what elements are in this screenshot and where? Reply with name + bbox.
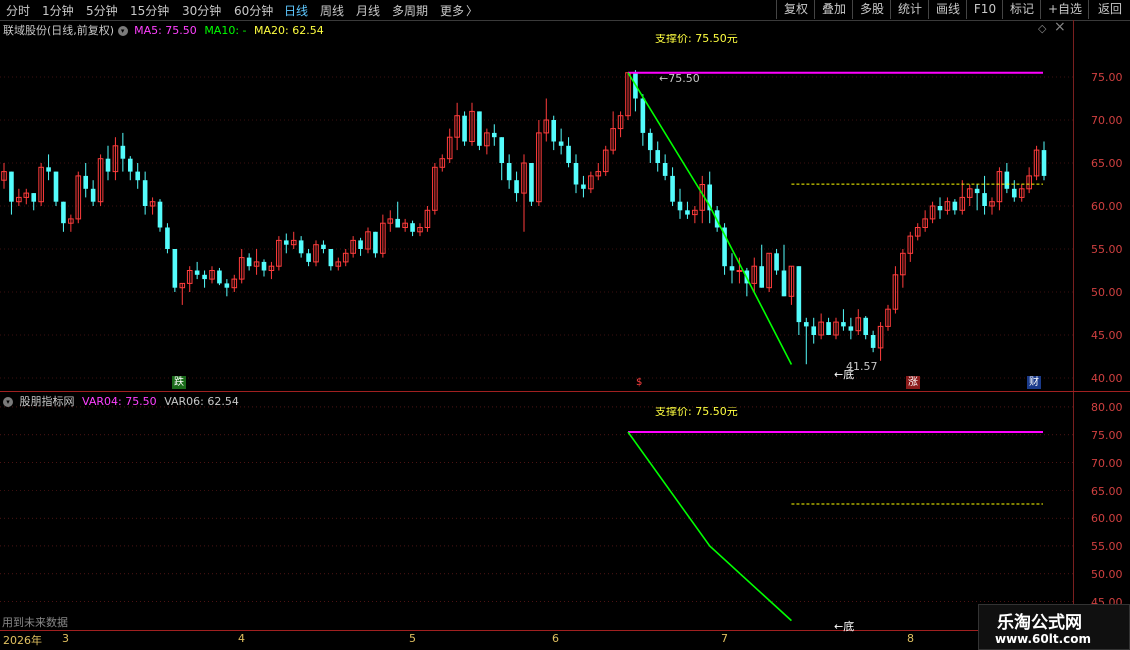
future-data-note: 用到未来数据 — [2, 616, 68, 629]
candle-body-down — [982, 193, 987, 206]
candle-body-down — [321, 244, 326, 249]
candle-body-down — [551, 120, 557, 142]
candle-body-down — [31, 193, 37, 202]
month-label: 4 — [238, 632, 245, 645]
candle-body-down — [395, 218, 401, 228]
candle-body-down — [105, 158, 111, 172]
candle-body-down — [194, 270, 200, 275]
indicator-settings-icon[interactable]: ▾ — [3, 397, 13, 407]
candle-body-down — [781, 270, 787, 297]
month-label: 7 — [721, 632, 728, 645]
support-price-label: 支撑价: 75.50元 — [655, 34, 738, 43]
candle-body-down — [677, 201, 683, 211]
candle-body-down — [491, 132, 497, 138]
var06-value: VAR06: 62.54 — [164, 395, 239, 408]
rise-badge[interactable]: 涨 — [906, 376, 920, 389]
candle-body-down — [202, 274, 207, 280]
candle-body-down — [172, 249, 178, 288]
candle-body-down — [670, 175, 675, 202]
candle-body-down — [647, 132, 653, 151]
candle-body-down — [165, 227, 170, 249]
indicator-title[interactable]: 股朋指标网 — [20, 395, 75, 408]
candle-body-down — [581, 184, 586, 189]
candle-body-down — [261, 261, 267, 271]
watermark-title: 乐淘公式网 — [997, 613, 1082, 633]
candle-body-down — [283, 240, 289, 245]
month-label: 6 — [552, 632, 559, 645]
indicator-bottom-marker: ←底 — [834, 620, 855, 633]
kline-chart[interactable] — [0, 0, 1130, 650]
high-price-marker: ←75.50 — [659, 72, 700, 85]
candle-body-down — [529, 163, 534, 202]
candle-body-down — [306, 253, 311, 262]
candle-body-down — [514, 180, 519, 194]
candle-body-down — [952, 201, 958, 211]
candle-body-down — [655, 150, 661, 163]
month-label: 3 — [62, 632, 69, 645]
candle-body-down — [499, 137, 505, 163]
indicator-info-line: ▾ 股朋指标网 VAR04: 75.50 VAR06: 62.54 — [3, 393, 239, 409]
candle-body-down — [127, 158, 133, 172]
candle-body-down — [1011, 188, 1017, 198]
month-label: 8 — [907, 632, 914, 645]
candle-body-down — [685, 210, 690, 215]
candle-body-down — [298, 240, 304, 254]
candle-body-down — [1041, 150, 1047, 176]
candle-body-down — [90, 188, 96, 202]
candle-body-down — [826, 322, 831, 335]
candle-body-down — [477, 111, 482, 146]
candle-body-down — [729, 266, 735, 271]
candle-body-down — [558, 141, 564, 146]
candle-body-down — [83, 175, 89, 189]
year-label: 2026年 — [3, 634, 42, 647]
candle-body-down — [462, 115, 467, 142]
candle-body-down — [224, 283, 230, 288]
candle-body-down — [217, 270, 222, 284]
candle-body-down — [774, 253, 779, 271]
candle-body-down — [841, 322, 846, 327]
candle-body-up — [736, 270, 743, 272]
high-price-value: 75.50 — [668, 72, 700, 85]
candle-body-down — [358, 240, 363, 249]
candle-body-down — [937, 206, 943, 211]
var04-value: VAR04: 75.50 — [82, 395, 157, 408]
fall-badge[interactable]: 跌 — [172, 376, 186, 389]
candle-body-down — [566, 145, 571, 163]
candle-body-down — [863, 317, 869, 335]
candle-body-down — [662, 163, 668, 176]
candle-body-down — [640, 98, 646, 133]
candle-body-down — [53, 171, 59, 202]
candle-body-down — [61, 201, 66, 224]
candle-body-down — [135, 171, 141, 181]
dollar-badge[interactable]: $ — [634, 376, 644, 389]
candle-body-down — [974, 188, 980, 194]
watermark: 乐淘公式网 www.60lt.com — [978, 604, 1130, 650]
finance-badge[interactable]: 财 — [1027, 376, 1041, 389]
candle-body-down — [120, 145, 126, 159]
candle-body-down — [142, 180, 148, 206]
candle-body-down — [157, 201, 163, 228]
candle-body-down — [811, 326, 817, 335]
candle-body-down — [246, 257, 252, 267]
bottom-marker: ←底 — [834, 368, 855, 381]
candle-body-down — [848, 326, 854, 331]
indicator-downtrend-line — [627, 431, 792, 622]
candle-body-down — [373, 231, 378, 254]
candle-body-down — [9, 171, 14, 202]
candle-body-down — [870, 335, 876, 348]
candle-body-down — [1004, 171, 1010, 189]
candle-body-down — [46, 167, 51, 172]
candle-body-down — [573, 163, 579, 185]
candle-body-down — [803, 322, 809, 327]
candle-body-down — [796, 266, 802, 323]
indicator-support-label: 支撑价: 75.50元 — [655, 407, 738, 416]
candle-body-down — [410, 223, 415, 232]
month-label: 5 — [409, 632, 416, 645]
candle-body-down — [506, 163, 512, 181]
watermark-url: www.60lt.com — [995, 632, 1092, 646]
candle-body-down — [328, 249, 334, 267]
candle-body-down — [759, 266, 765, 288]
